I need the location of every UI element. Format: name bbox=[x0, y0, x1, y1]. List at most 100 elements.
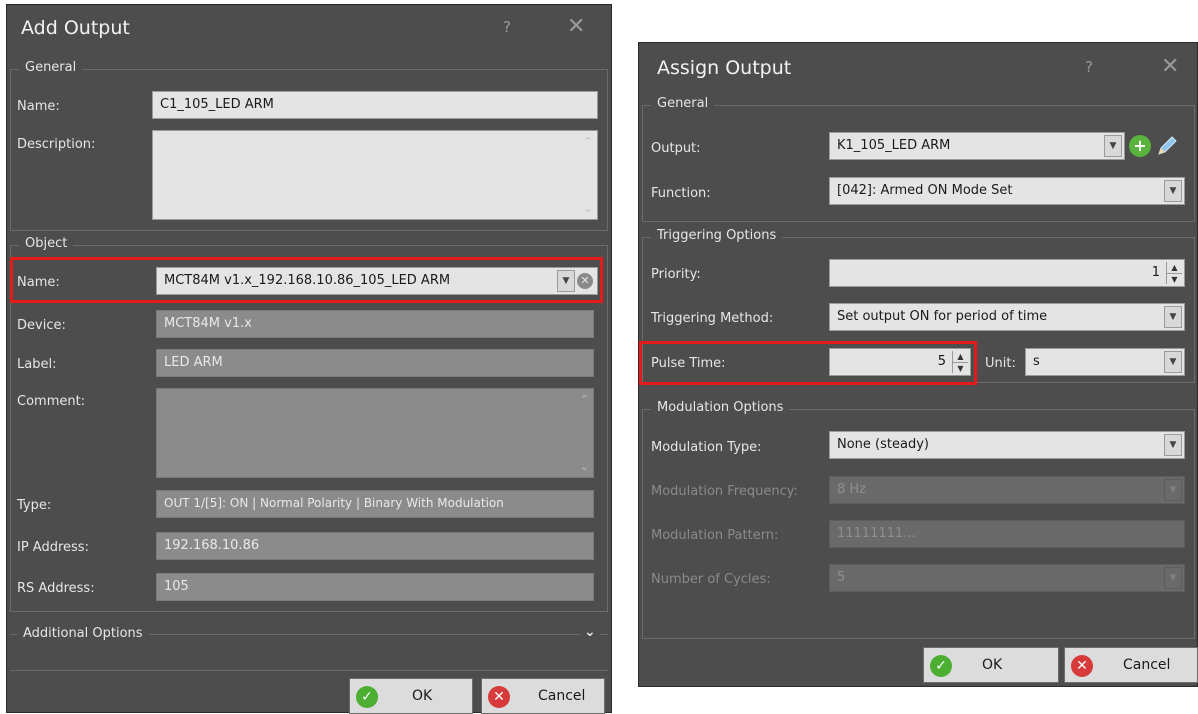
modulation-type-label: Modulation Type: bbox=[651, 440, 762, 455]
spin-up-icon[interactable]: ▲ bbox=[953, 351, 968, 362]
ok-check-icon: ✓ bbox=[356, 686, 378, 708]
object-name-label: Name: bbox=[17, 275, 60, 290]
scroll-up-icon[interactable]: ⌃ bbox=[580, 393, 589, 406]
dropdown-arrow-icon[interactable]: ▼ bbox=[1164, 306, 1182, 328]
device-label: Device: bbox=[17, 318, 66, 333]
function-value: [042]: Armed ON Mode Set bbox=[837, 183, 1013, 198]
close-icon[interactable]: ✕ bbox=[1161, 54, 1179, 79]
number-of-cycles-value: 5 bbox=[837, 570, 846, 585]
function-select[interactable]: [042]: Armed ON Mode Set ▼ bbox=[829, 177, 1185, 205]
modulation-type-select[interactable]: None (steady) ▼ bbox=[829, 431, 1185, 459]
dropdown-arrow-icon[interactable]: ▼ bbox=[1164, 434, 1182, 456]
output-value: K1_105_LED ARM bbox=[837, 138, 951, 153]
spin-up-icon[interactable]: ▲ bbox=[1167, 262, 1182, 273]
group-legend: General bbox=[19, 60, 83, 75]
rs-address-field: 105 bbox=[156, 573, 594, 601]
triggering-method-label: Triggering Method: bbox=[651, 311, 774, 326]
spinner-buttons[interactable]: ▲ ▼ bbox=[952, 351, 968, 373]
priority-spinner[interactable]: 1 ▲ ▼ bbox=[829, 259, 1185, 287]
dropdown-arrow-icon[interactable]: ▼ bbox=[557, 270, 575, 292]
ok-button[interactable]: ✓ OK bbox=[349, 678, 473, 714]
help-icon[interactable]: ? bbox=[503, 18, 511, 36]
spinner-buttons[interactable]: ▲ ▼ bbox=[1166, 262, 1182, 284]
scrollbar[interactable]: ⌃ ⌄ bbox=[579, 131, 597, 219]
cancel-button[interactable]: ✕ Cancel bbox=[1064, 647, 1198, 683]
help-icon[interactable]: ? bbox=[1085, 58, 1093, 76]
triggering-method-value: Set output ON for period of time bbox=[837, 309, 1048, 324]
title-bar: Add Output ? ✕ bbox=[7, 5, 611, 55]
scroll-up-icon[interactable]: ⌃ bbox=[584, 135, 593, 148]
group-legend: Modulation Options bbox=[651, 400, 790, 415]
scroll-down-icon[interactable]: ⌄ bbox=[584, 202, 593, 215]
group-legend: Triggering Options bbox=[651, 228, 783, 243]
priority-label: Priority: bbox=[651, 267, 701, 282]
modulation-pattern-label: Modulation Pattern: bbox=[651, 528, 779, 543]
object-name-value: MCT84M v1.x_192.168.10.86_105_LED ARM bbox=[164, 273, 451, 288]
pulse-time-value: 5 bbox=[937, 354, 946, 369]
dropdown-arrow-icon[interactable]: ▼ bbox=[1164, 180, 1182, 202]
comment-textarea: ⌃ ⌄ bbox=[156, 388, 594, 478]
additional-options-header[interactable]: Additional Options bbox=[17, 626, 149, 641]
ok-label: OK bbox=[412, 688, 433, 704]
unit-select[interactable]: s ▼ bbox=[1025, 348, 1185, 376]
ok-check-icon: ✓ bbox=[930, 655, 952, 677]
group-legend: Object bbox=[19, 236, 74, 251]
clear-icon[interactable]: ✕ bbox=[577, 273, 593, 289]
dialog-title: Assign Output bbox=[657, 57, 792, 79]
dialog-title: Add Output bbox=[21, 17, 130, 39]
description-label: Description: bbox=[17, 137, 96, 152]
cancel-button[interactable]: ✕ Cancel bbox=[481, 678, 605, 714]
unit-label: Unit: bbox=[985, 356, 1016, 371]
group-legend: General bbox=[651, 96, 715, 111]
priority-value: 1 bbox=[1151, 265, 1160, 280]
label-field: LED ARM bbox=[156, 349, 594, 377]
description-textarea[interactable]: ⌃ ⌄ bbox=[152, 130, 598, 220]
ip-address-label: IP Address: bbox=[17, 540, 89, 555]
ok-label: OK bbox=[982, 657, 1003, 673]
divider bbox=[10, 670, 608, 671]
edit-pencil-icon[interactable] bbox=[1155, 134, 1177, 156]
add-icon[interactable]: + bbox=[1129, 135, 1151, 157]
comment-label: Comment: bbox=[17, 394, 86, 409]
cancel-x-icon: ✕ bbox=[1071, 655, 1093, 677]
pulse-time-label: Pulse Time: bbox=[651, 356, 726, 371]
label-label: Label: bbox=[17, 357, 57, 372]
modulation-frequency-value: 8 Hz bbox=[837, 482, 867, 497]
close-icon[interactable]: ✕ bbox=[567, 14, 585, 39]
spin-down-icon[interactable]: ▼ bbox=[953, 362, 968, 373]
device-field: MCT84M v1.x bbox=[156, 310, 594, 338]
triggering-method-select[interactable]: Set output ON for period of time ▼ bbox=[829, 303, 1185, 331]
assign-output-dialog: Assign Output ? ✕ General Output: K1_105… bbox=[638, 42, 1198, 687]
type-label: Type: bbox=[17, 498, 52, 513]
modulation-type-value: None (steady) bbox=[837, 437, 929, 452]
modulation-pattern-field: 11111111... bbox=[829, 520, 1185, 548]
ok-button[interactable]: ✓ OK bbox=[923, 647, 1059, 683]
ip-address-field: 192.168.10.86 bbox=[156, 532, 594, 560]
dropdown-arrow-icon: ▼ bbox=[1164, 479, 1182, 501]
dropdown-arrow-icon[interactable]: ▼ bbox=[1164, 351, 1182, 373]
rs-address-label: RS Address: bbox=[17, 581, 95, 596]
scroll-down-icon[interactable]: ⌄ bbox=[580, 460, 589, 473]
modulation-frequency-label: Modulation Frequency: bbox=[651, 484, 798, 499]
function-label: Function: bbox=[651, 186, 711, 201]
unit-value: s bbox=[1033, 354, 1040, 369]
add-output-dialog: Add Output ? ✕ General Name: C1_105_LED … bbox=[6, 4, 612, 714]
type-field: OUT 1/[5]: ON | Normal Polarity | Binary… bbox=[156, 490, 594, 518]
name-label: Name: bbox=[17, 99, 60, 114]
spin-down-icon[interactable]: ▼ bbox=[1167, 273, 1182, 284]
output-label: Output: bbox=[651, 141, 701, 156]
dropdown-arrow-icon[interactable]: ▼ bbox=[1104, 135, 1122, 157]
dropdown-arrow-icon: ▼ bbox=[1164, 567, 1182, 589]
scrollbar[interactable]: ⌃ ⌄ bbox=[575, 389, 593, 477]
name-input[interactable]: C1_105_LED ARM bbox=[152, 91, 598, 119]
object-name-select[interactable]: MCT84M v1.x_192.168.10.86_105_LED ARM ▼ … bbox=[156, 267, 598, 295]
cancel-x-icon: ✕ bbox=[488, 686, 510, 708]
modulation-frequency-select: 8 Hz ▼ bbox=[829, 476, 1185, 504]
output-select[interactable]: K1_105_LED ARM ▼ bbox=[829, 132, 1125, 160]
number-of-cycles-select: 5 ▼ bbox=[829, 564, 1185, 592]
cancel-label: Cancel bbox=[538, 688, 586, 704]
title-bar: Assign Output ? ✕ bbox=[639, 43, 1197, 93]
chevron-down-icon[interactable]: ⌄ bbox=[580, 624, 600, 640]
pulse-time-spinner[interactable]: 5 ▲ ▼ bbox=[829, 348, 971, 376]
cancel-label: Cancel bbox=[1123, 657, 1171, 673]
